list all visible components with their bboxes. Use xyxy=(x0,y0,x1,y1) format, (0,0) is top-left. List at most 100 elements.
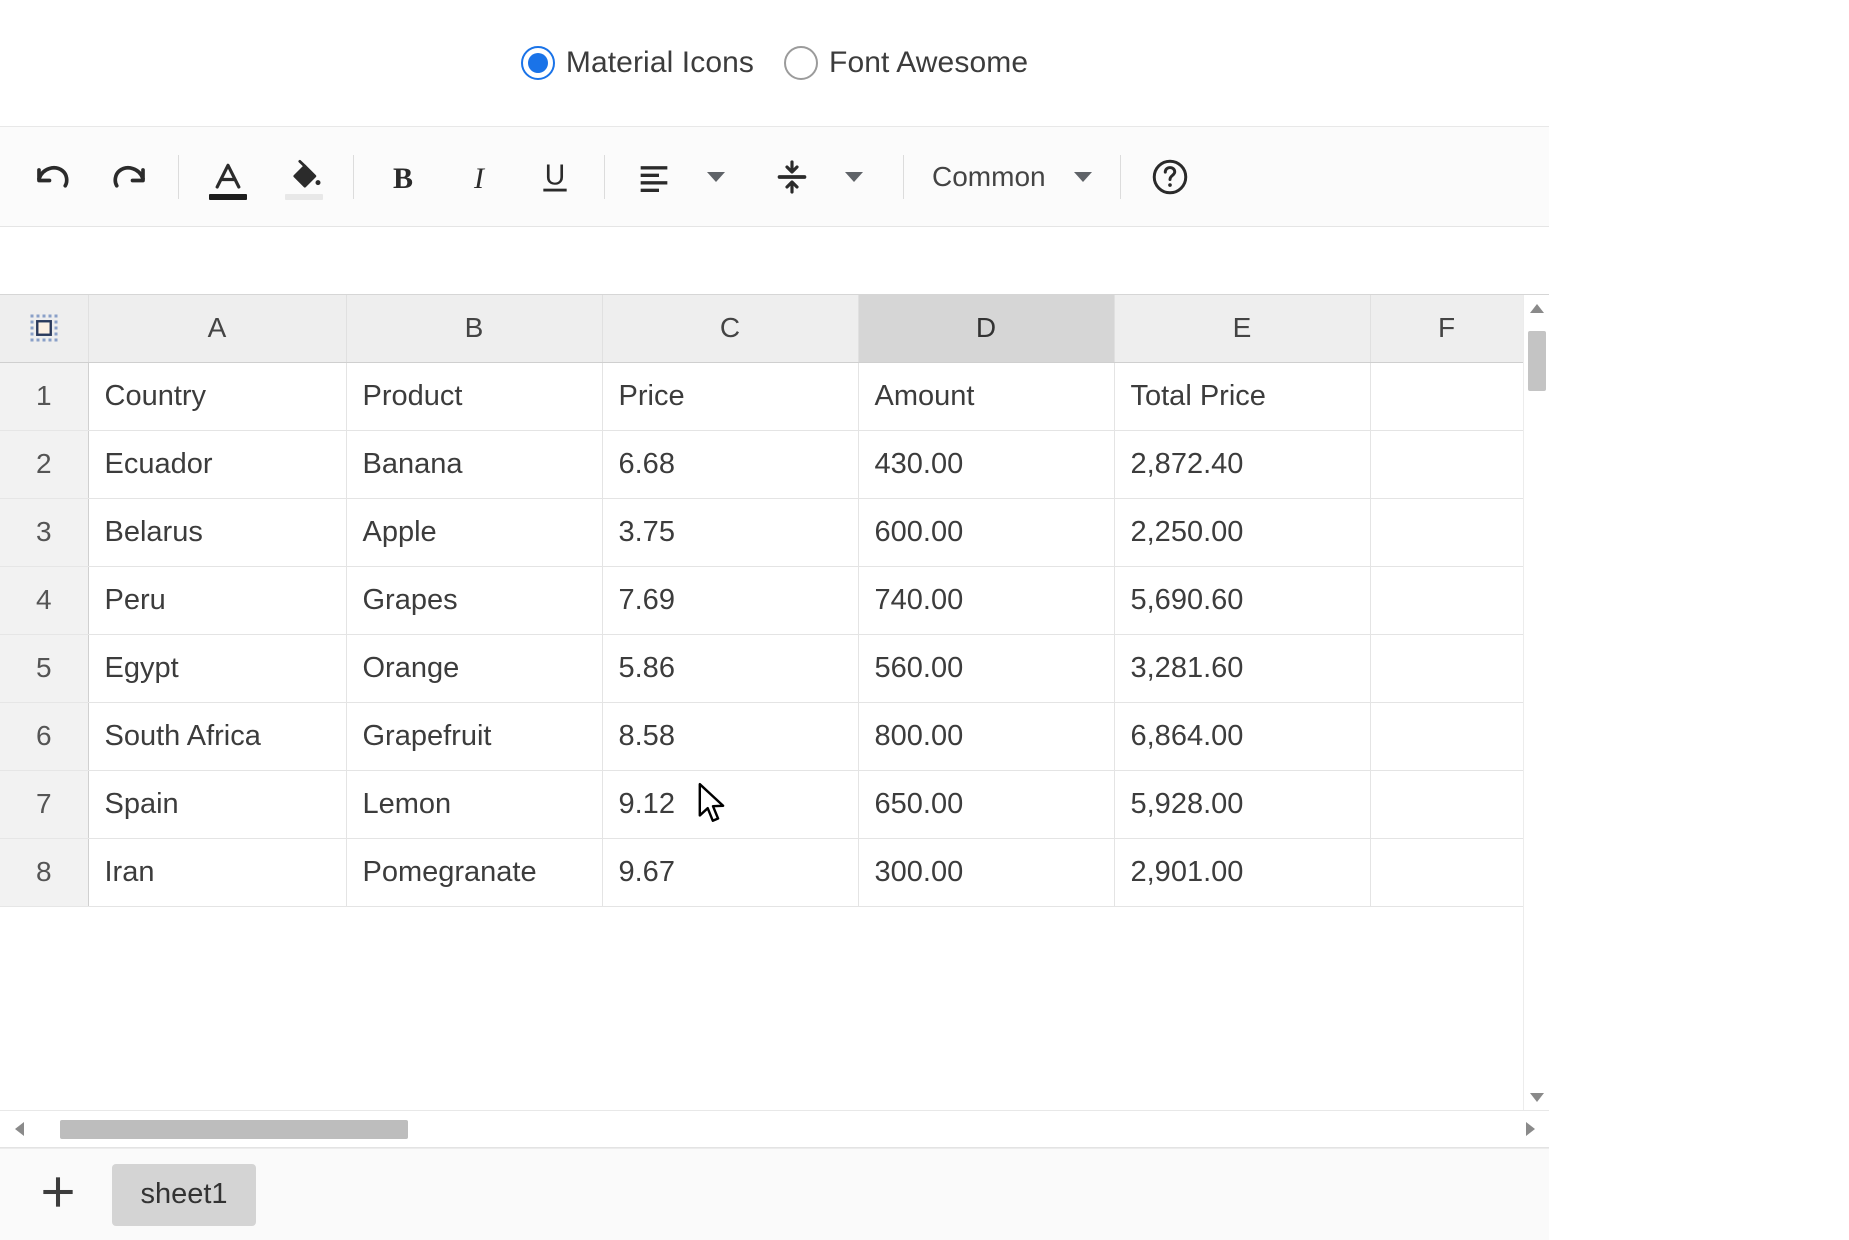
cell-a2[interactable]: Ecuador xyxy=(88,430,347,499)
cell-a6[interactable]: South Africa xyxy=(88,702,347,771)
column-header-b[interactable]: B xyxy=(346,295,603,363)
spreadsheet-app: Material Icons Font Awesome B I U Common… xyxy=(0,0,1549,1240)
redo-button[interactable] xyxy=(98,146,160,208)
row-header-1[interactable]: 1 xyxy=(0,362,89,431)
cell-b5[interactable]: Orange xyxy=(346,634,603,703)
cell-e2[interactable]: 2,872.40 xyxy=(1114,430,1371,499)
grid-viewport[interactable]: A B C D E F 1 Country Product Price Amou xyxy=(0,295,1524,1110)
radio-font-awesome[interactable]: Font Awesome xyxy=(784,46,1028,80)
cell-c7[interactable]: 9.12 xyxy=(602,770,859,839)
cell-e8[interactable]: 2,901.00 xyxy=(1114,838,1371,907)
horizontal-align-dropdown[interactable] xyxy=(685,146,747,208)
redo-icon xyxy=(108,156,150,198)
row-header-2[interactable]: 2 xyxy=(0,430,89,499)
help-button[interactable] xyxy=(1139,146,1201,208)
table-row: 4 Peru Grapes 7.69 740.00 5,690.60 xyxy=(0,566,1524,635)
add-sheet-button[interactable] xyxy=(30,1167,86,1223)
cell-c4[interactable]: 7.69 xyxy=(602,566,859,635)
cell-c1[interactable]: Price xyxy=(602,362,859,431)
cell-a7[interactable]: Spain xyxy=(88,770,347,839)
cell-c5[interactable]: 5.86 xyxy=(602,634,859,703)
underline-button[interactable]: U xyxy=(524,146,586,208)
cell-e4[interactable]: 5,690.60 xyxy=(1114,566,1371,635)
horizontal-scroll-thumb[interactable] xyxy=(60,1120,408,1139)
column-header-f[interactable]: F xyxy=(1370,295,1524,363)
italic-button[interactable]: I xyxy=(448,146,510,208)
cell-a4[interactable]: Peru xyxy=(88,566,347,635)
cell-f6[interactable] xyxy=(1370,702,1524,771)
row-header-6[interactable]: 6 xyxy=(0,702,89,771)
cell-a8[interactable]: Iran xyxy=(88,838,347,907)
vertical-align-button[interactable] xyxy=(761,146,823,208)
horizontal-scroll-track[interactable] xyxy=(32,1116,1517,1142)
column-header-e[interactable]: E xyxy=(1114,295,1371,363)
cell-b4[interactable]: Grapes xyxy=(346,566,603,635)
cell-e3[interactable]: 2,250.00 xyxy=(1114,498,1371,567)
vertical-scroll-thumb[interactable] xyxy=(1527,331,1546,391)
cell-d5[interactable]: 560.00 xyxy=(858,634,1115,703)
sheet-tab-sheet1[interactable]: sheet1 xyxy=(112,1163,256,1226)
cell-f2[interactable] xyxy=(1370,430,1524,499)
cell-b8[interactable]: Pomegranate xyxy=(346,838,603,907)
cell-d8[interactable]: 300.00 xyxy=(858,838,1115,907)
toolbar-divider xyxy=(604,154,605,199)
text-color-button[interactable] xyxy=(197,146,259,208)
row-header-4[interactable]: 4 xyxy=(0,566,89,635)
vertical-scrollbar[interactable] xyxy=(1523,295,1549,1110)
cell-d6[interactable]: 800.00 xyxy=(858,702,1115,771)
radio-material-icons[interactable]: Material Icons xyxy=(520,46,754,80)
number-format-dropdown[interactable]: Common xyxy=(922,153,1102,201)
cell-c3[interactable]: 3.75 xyxy=(602,498,859,567)
spreadsheet-grid: A B C D E F 1 Country Product Price Amou xyxy=(0,295,1549,1110)
scroll-right-button[interactable] xyxy=(1517,1116,1543,1142)
table-row: 3 Belarus Apple 3.75 600.00 2,250.00 xyxy=(0,498,1524,567)
cell-e7[interactable]: 5,928.00 xyxy=(1114,770,1371,839)
column-header-d[interactable]: D xyxy=(858,295,1115,363)
cell-f8[interactable] xyxy=(1370,838,1524,907)
cell-d2[interactable]: 430.00 xyxy=(858,430,1115,499)
cell-a1[interactable]: Country xyxy=(88,362,347,431)
scroll-down-button[interactable] xyxy=(1524,1084,1550,1110)
formula-bar[interactable] xyxy=(0,227,1549,295)
cell-f4[interactable] xyxy=(1370,566,1524,635)
cell-b6[interactable]: Grapefruit xyxy=(346,702,603,771)
chevron-down-icon xyxy=(1073,171,1092,182)
horizontal-align-button[interactable] xyxy=(623,146,685,208)
cell-f1[interactable] xyxy=(1370,362,1524,431)
cell-a5[interactable]: Egypt xyxy=(88,634,347,703)
cell-b1[interactable]: Product xyxy=(346,362,603,431)
column-header-a[interactable]: A xyxy=(88,295,347,363)
cell-c8[interactable]: 9.67 xyxy=(602,838,859,907)
row-header-8[interactable]: 8 xyxy=(0,838,89,907)
cell-c6[interactable]: 8.58 xyxy=(602,702,859,771)
column-header-c[interactable]: C xyxy=(602,295,859,363)
cell-c2[interactable]: 6.68 xyxy=(602,430,859,499)
scroll-up-button[interactable] xyxy=(1524,295,1550,321)
cell-d3[interactable]: 600.00 xyxy=(858,498,1115,567)
vertical-align-dropdown[interactable] xyxy=(823,146,885,208)
cell-a3[interactable]: Belarus xyxy=(88,498,347,567)
cell-f7[interactable] xyxy=(1370,770,1524,839)
cell-e5[interactable]: 3,281.60 xyxy=(1114,634,1371,703)
cell-b2[interactable]: Banana xyxy=(346,430,603,499)
cell-b3[interactable]: Apple xyxy=(346,498,603,567)
row-header-5[interactable]: 5 xyxy=(0,634,89,703)
select-all-corner[interactable] xyxy=(0,295,89,363)
row-header-7[interactable]: 7 xyxy=(0,770,89,839)
bold-button[interactable]: B xyxy=(372,146,434,208)
cell-f5[interactable] xyxy=(1370,634,1524,703)
italic-icon: I xyxy=(459,157,499,197)
fill-color-button[interactable] xyxy=(273,146,335,208)
cell-d7[interactable]: 650.00 xyxy=(858,770,1115,839)
cell-d4[interactable]: 740.00 xyxy=(858,566,1115,635)
cell-b7[interactable]: Lemon xyxy=(346,770,603,839)
row-header-3[interactable]: 3 xyxy=(0,498,89,567)
cell-f3[interactable] xyxy=(1370,498,1524,567)
undo-button[interactable] xyxy=(22,146,84,208)
horizontal-scrollbar[interactable] xyxy=(0,1110,1549,1148)
vertical-scroll-track[interactable] xyxy=(1524,321,1550,1084)
cell-e1[interactable]: Total Price xyxy=(1114,362,1371,431)
cell-e6[interactable]: 6,864.00 xyxy=(1114,702,1371,771)
cell-d1[interactable]: Amount xyxy=(858,362,1115,431)
scroll-left-button[interactable] xyxy=(6,1116,32,1142)
